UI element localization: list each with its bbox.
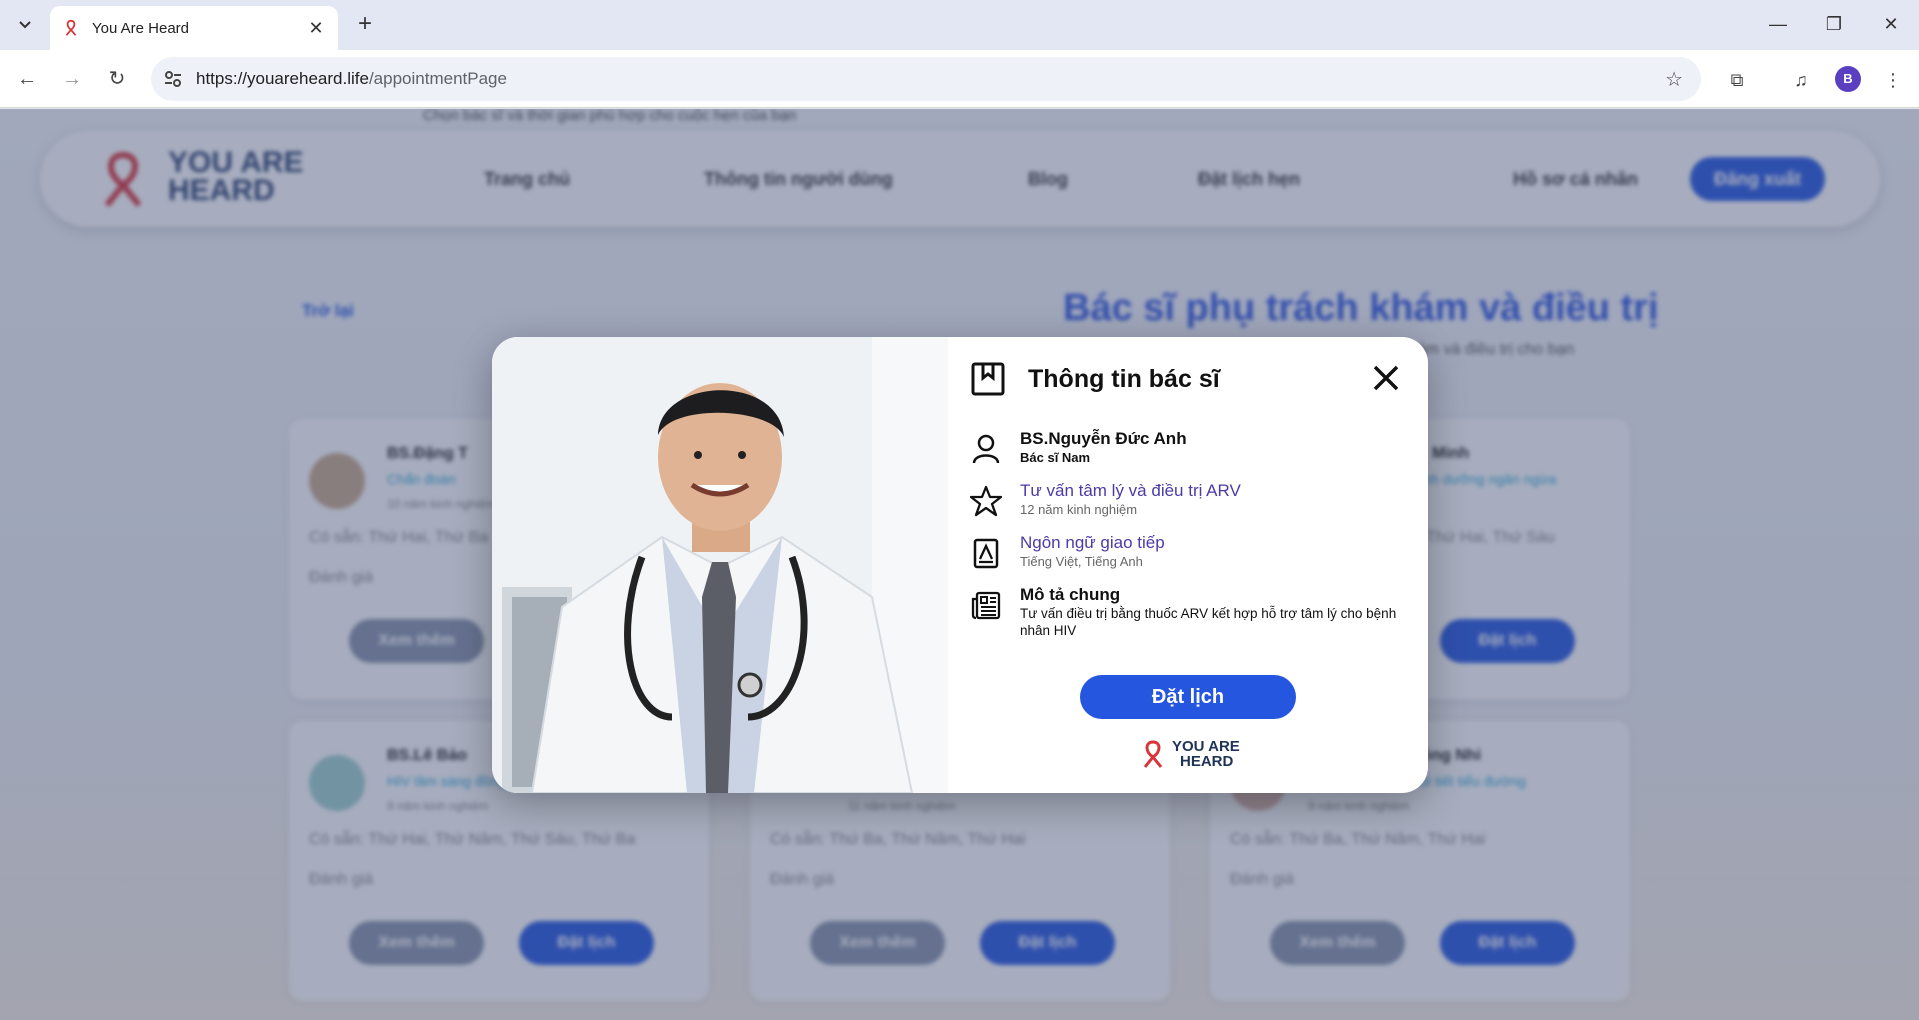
doctor-experience: 12 năm kinh nghiệm	[1020, 502, 1138, 517]
chevron-down-icon	[19, 21, 31, 29]
menu-icon[interactable]: ⋮	[1880, 67, 1906, 93]
tab-search-button[interactable]	[10, 12, 40, 38]
logo-line-1: YOU ARE	[1172, 738, 1240, 755]
address-bar[interactable]: https://youareheard.life/appointmentPage…	[151, 57, 1701, 101]
url-path: /appointmentPage	[368, 69, 507, 88]
back-icon[interactable]: ←	[12, 64, 42, 94]
media-control-icon[interactable]: ♫	[1788, 67, 1814, 93]
doctor-specialty: Tư vấn tâm lý và điều trị ARV	[1020, 481, 1241, 500]
site-info-icon[interactable]	[161, 67, 185, 91]
profile-avatar[interactable]: B	[1835, 66, 1861, 92]
modal-title: Thông tin bác sĩ	[1028, 365, 1220, 393]
doctor-gender: Bác sĩ Nam	[1020, 450, 1091, 465]
description-text: Tư vấn điều trị bằng thuốc ARV kết hợp h…	[1020, 606, 1397, 638]
contact-book-icon	[973, 538, 999, 569]
newspaper-icon	[971, 591, 1001, 620]
bookmark-icon	[971, 362, 1005, 396]
browser-toolbar: ← → ↻ https://youareheard.life/appointme…	[0, 50, 1919, 108]
modal-logo: YOU ARE HEARD	[1140, 739, 1240, 769]
logo-line-2: HEARD	[1180, 753, 1234, 770]
book-appointment-button[interactable]: Đặt lịch	[1080, 675, 1296, 719]
url-host: https://youareheard.life	[196, 69, 369, 88]
doctor-photo-illustration	[492, 337, 948, 793]
tab-strip: You Are Heard ✕ + — ❐ ✕	[0, 0, 1919, 50]
bookmark-star-icon[interactable]: ☆	[1665, 67, 1683, 92]
person-icon	[972, 434, 1000, 464]
tab-title: You Are Heard	[92, 19, 190, 37]
close-icon[interactable]	[1371, 363, 1401, 393]
close-window-icon[interactable]: ✕	[1871, 10, 1911, 38]
language-values: Tiếng Việt, Tiếng Anh	[1020, 554, 1143, 569]
ribbon-icon	[65, 19, 77, 36]
doctor-info-modal: Thông tin bác sĩ BS.Nguyễn Đức Anh Bác s…	[492, 337, 1428, 793]
ribbon-logo-icon	[1143, 740, 1163, 768]
doctor-name: BS.Nguyễn Đức Anh	[1020, 429, 1187, 448]
doctor-photo	[492, 337, 948, 793]
browser-tab[interactable]: You Are Heard ✕	[50, 6, 338, 50]
description-label: Mô tả chung	[1020, 585, 1121, 604]
extensions-icon[interactable]: ⧉	[1724, 67, 1750, 93]
url-text[interactable]: https://youareheard.life/appointmentPage	[196, 69, 507, 89]
close-tab-icon[interactable]: ✕	[306, 18, 326, 39]
minimize-icon[interactable]: —	[1758, 10, 1798, 38]
logo-text: YOU ARE HEARD	[1172, 739, 1240, 769]
doctor-info-panel: Thông tin bác sĩ BS.Nguyễn Đức Anh Bác s…	[948, 337, 1428, 793]
language-label: Ngôn ngữ giao tiếp	[1020, 533, 1165, 552]
star-icon	[970, 485, 1002, 517]
forward-icon[interactable]: →	[57, 64, 87, 94]
reload-icon[interactable]: ↻	[102, 64, 132, 94]
restore-icon[interactable]: ❐	[1814, 10, 1854, 38]
new-tab-button[interactable]: +	[352, 12, 378, 38]
